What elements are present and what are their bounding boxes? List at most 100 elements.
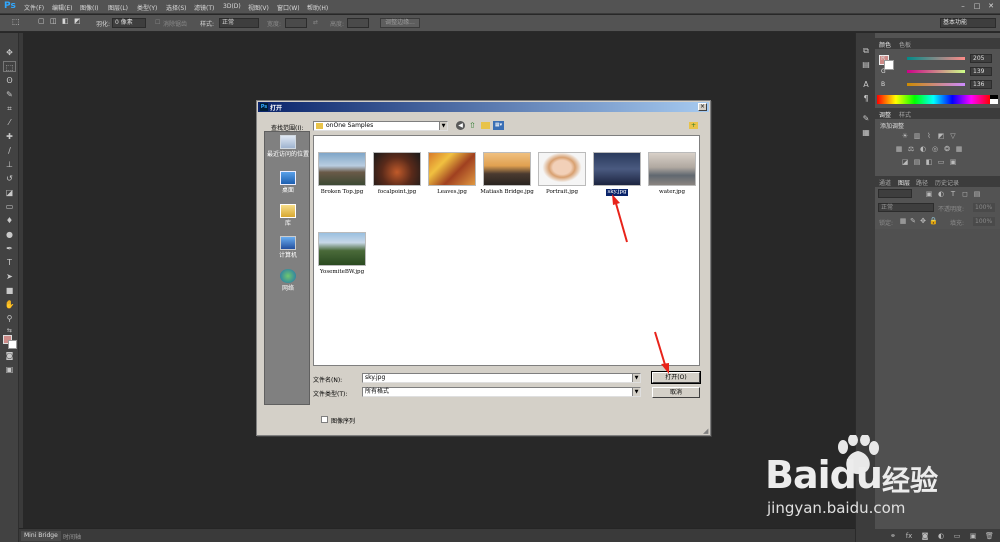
exposure-icon[interactable]: ◩ <box>937 132 945 140</box>
brightness-icon[interactable]: ☀ <box>901 132 909 140</box>
menu-type[interactable]: 类型(Y) <box>137 3 157 12</box>
brush-presets-icon[interactable]: ▦ <box>860 127 872 138</box>
workspace-select[interactable]: 基本功能 <box>940 18 996 28</box>
file-item[interactable]: YosemiteBW.jpg <box>314 232 370 276</box>
lock-pixels-icon[interactable]: ✎ <box>909 217 917 225</box>
filter-type-icon[interactable]: T <box>949 190 957 198</box>
marquee-tool-icon[interactable]: ⬚ <box>3 61 16 72</box>
place-computer[interactable]: 计算机 <box>267 236 309 259</box>
filter-adjust-icon[interactable]: ◐ <box>937 190 945 198</box>
screen-mode-icon[interactable]: ▣ <box>3 364 16 375</box>
type-tool-icon[interactable]: T <box>3 257 16 268</box>
refine-edge-button[interactable]: 调整边缘... <box>380 18 420 28</box>
healing-brush-tool-icon[interactable]: ✚ <box>3 131 16 142</box>
brush-panel-icon[interactable]: ✎ <box>860 113 872 124</box>
place-desktop[interactable]: 桌面 <box>267 171 309 194</box>
filetype-select[interactable]: 所有格式 ▼ <box>362 387 641 397</box>
add-selection-icon[interactable]: ◫ <box>50 17 57 25</box>
filter-smart-icon[interactable]: ▤ <box>973 190 981 198</box>
chevron-down-icon[interactable]: ▼ <box>632 388 640 396</box>
photo-filter-icon[interactable]: ◎ <box>931 145 939 153</box>
quick-mask-icon[interactable]: ◙ <box>3 350 16 361</box>
file-item[interactable]: Leaves.jpg <box>424 152 480 196</box>
new-folder-right-icon[interactable]: + <box>689 122 698 129</box>
new-layer-icon[interactable]: ▣ <box>969 532 977 540</box>
file-list-view[interactable]: Broken Top.jpg focalpoint.jpg Leaves.jpg… <box>313 135 700 366</box>
tab-color[interactable]: 颜色 <box>879 40 891 49</box>
marquee-tool-preset-icon[interactable]: ⬚ <box>12 17 20 26</box>
invert-icon[interactable]: ◪ <box>901 158 909 166</box>
properties-panel-icon[interactable]: ▤ <box>860 59 872 70</box>
chevron-down-icon[interactable]: ▼ <box>632 374 640 382</box>
rectangle-tool-icon[interactable]: ■ <box>3 285 16 296</box>
file-item[interactable]: Portrait.jpg <box>534 152 590 196</box>
menu-filter[interactable]: 滤镜(T) <box>194 3 214 12</box>
white-swatch[interactable] <box>990 99 998 104</box>
lock-all-icon[interactable]: 🔒 <box>929 217 938 225</box>
fill-input[interactable]: 100% <box>973 217 995 226</box>
swap-icon[interactable]: ⇄ <box>313 19 318 26</box>
up-folder-icon[interactable]: ⇧ <box>469 121 477 130</box>
minimize-icon[interactable]: – <box>958 2 968 11</box>
file-item-selected[interactable]: sky.jpg <box>589 152 645 196</box>
height-input[interactable] <box>347 18 369 28</box>
new-selection-icon[interactable]: ▢ <box>38 17 45 25</box>
subtract-selection-icon[interactable]: ◧ <box>62 17 69 25</box>
red-value[interactable]: 205 <box>970 54 992 63</box>
dodge-tool-icon[interactable]: ● <box>3 229 16 240</box>
gradient-map-icon[interactable]: ▭ <box>937 158 945 166</box>
menu-file[interactable]: 文件(F) <box>24 3 44 12</box>
tab-swatches[interactable]: 色板 <box>899 40 911 49</box>
tab-paths[interactable]: 路径 <box>916 178 928 187</box>
file-item[interactable]: Matiash Bridge.jpg <box>479 152 535 196</box>
place-recent[interactable]: 最近访问的位置 <box>267 135 309 158</box>
tab-adjustments[interactable]: 调整 <box>879 110 891 119</box>
history-brush-tool-icon[interactable]: ↺ <box>3 173 16 184</box>
view-menu-icon[interactable]: ▦▾ <box>493 121 504 130</box>
curves-icon[interactable]: ⌇ <box>925 132 933 140</box>
color-lookup-icon[interactable]: ▦ <box>955 145 963 153</box>
color-balance-icon[interactable]: ⚖ <box>907 145 915 153</box>
back-icon[interactable]: ◀ <box>456 121 465 130</box>
black-white-icon[interactable]: ◐ <box>919 145 927 153</box>
style-select[interactable]: 正常 <box>219 18 259 28</box>
vibrance-icon[interactable]: ▽ <box>949 132 957 140</box>
dialog-title-bar[interactable]: Ps 打开 × <box>258 102 709 112</box>
layer-mask-icon[interactable]: ◙ <box>921 532 929 540</box>
tab-mini-bridge[interactable]: Mini Bridge <box>21 531 61 541</box>
menu-edit[interactable]: 编辑(E) <box>52 3 72 12</box>
file-item[interactable]: focalpoint.jpg <box>369 152 425 196</box>
lock-transparent-icon[interactable]: ▦ <box>899 217 907 225</box>
close-window-icon[interactable]: ✕ <box>986 2 996 11</box>
background-color-swatch[interactable] <box>8 340 17 349</box>
width-input[interactable] <box>285 18 307 28</box>
adjustment-layer-icon[interactable]: ◐ <box>937 532 945 540</box>
green-slider[interactable] <box>907 70 965 73</box>
maximize-icon[interactable]: □ <box>972 2 982 11</box>
eraser-tool-icon[interactable]: ◪ <box>3 187 16 198</box>
history-panel-icon[interactable]: ⧉ <box>860 45 872 56</box>
brush-tool-icon[interactable]: ∕ <box>3 145 16 156</box>
character-panel-icon[interactable]: A <box>860 79 872 90</box>
quick-selection-tool-icon[interactable]: ✎ <box>3 89 16 100</box>
blue-value[interactable]: 136 <box>970 80 992 89</box>
menu-help[interactable]: 帮助(H) <box>307 3 328 12</box>
delete-layer-icon[interactable]: 🗑 <box>985 532 994 540</box>
tab-channels[interactable]: 通道 <box>879 178 891 187</box>
hand-tool-icon[interactable]: ✋ <box>3 299 16 310</box>
filter-shape-icon[interactable]: ◻ <box>961 190 969 198</box>
tab-history[interactable]: 历史记录 <box>935 178 959 187</box>
crop-tool-icon[interactable]: ⌗ <box>3 103 16 114</box>
blend-mode-select[interactable]: 正常 <box>878 203 934 212</box>
blur-tool-icon[interactable]: ♦ <box>3 215 16 226</box>
gradient-tool-icon[interactable]: ▭ <box>3 201 16 212</box>
color-spectrum-ramp[interactable] <box>877 95 990 104</box>
dialog-close-icon[interactable]: × <box>698 103 707 111</box>
lock-position-icon[interactable]: ✥ <box>919 217 927 225</box>
place-libraries[interactable]: 库 <box>267 204 309 227</box>
threshold-icon[interactable]: ◧ <box>925 158 933 166</box>
new-folder-icon[interactable] <box>481 122 490 129</box>
resize-grip-icon[interactable]: ◢ <box>703 427 708 435</box>
selective-color-icon[interactable]: ▣ <box>949 158 957 166</box>
levels-icon[interactable]: ▥ <box>913 132 921 140</box>
